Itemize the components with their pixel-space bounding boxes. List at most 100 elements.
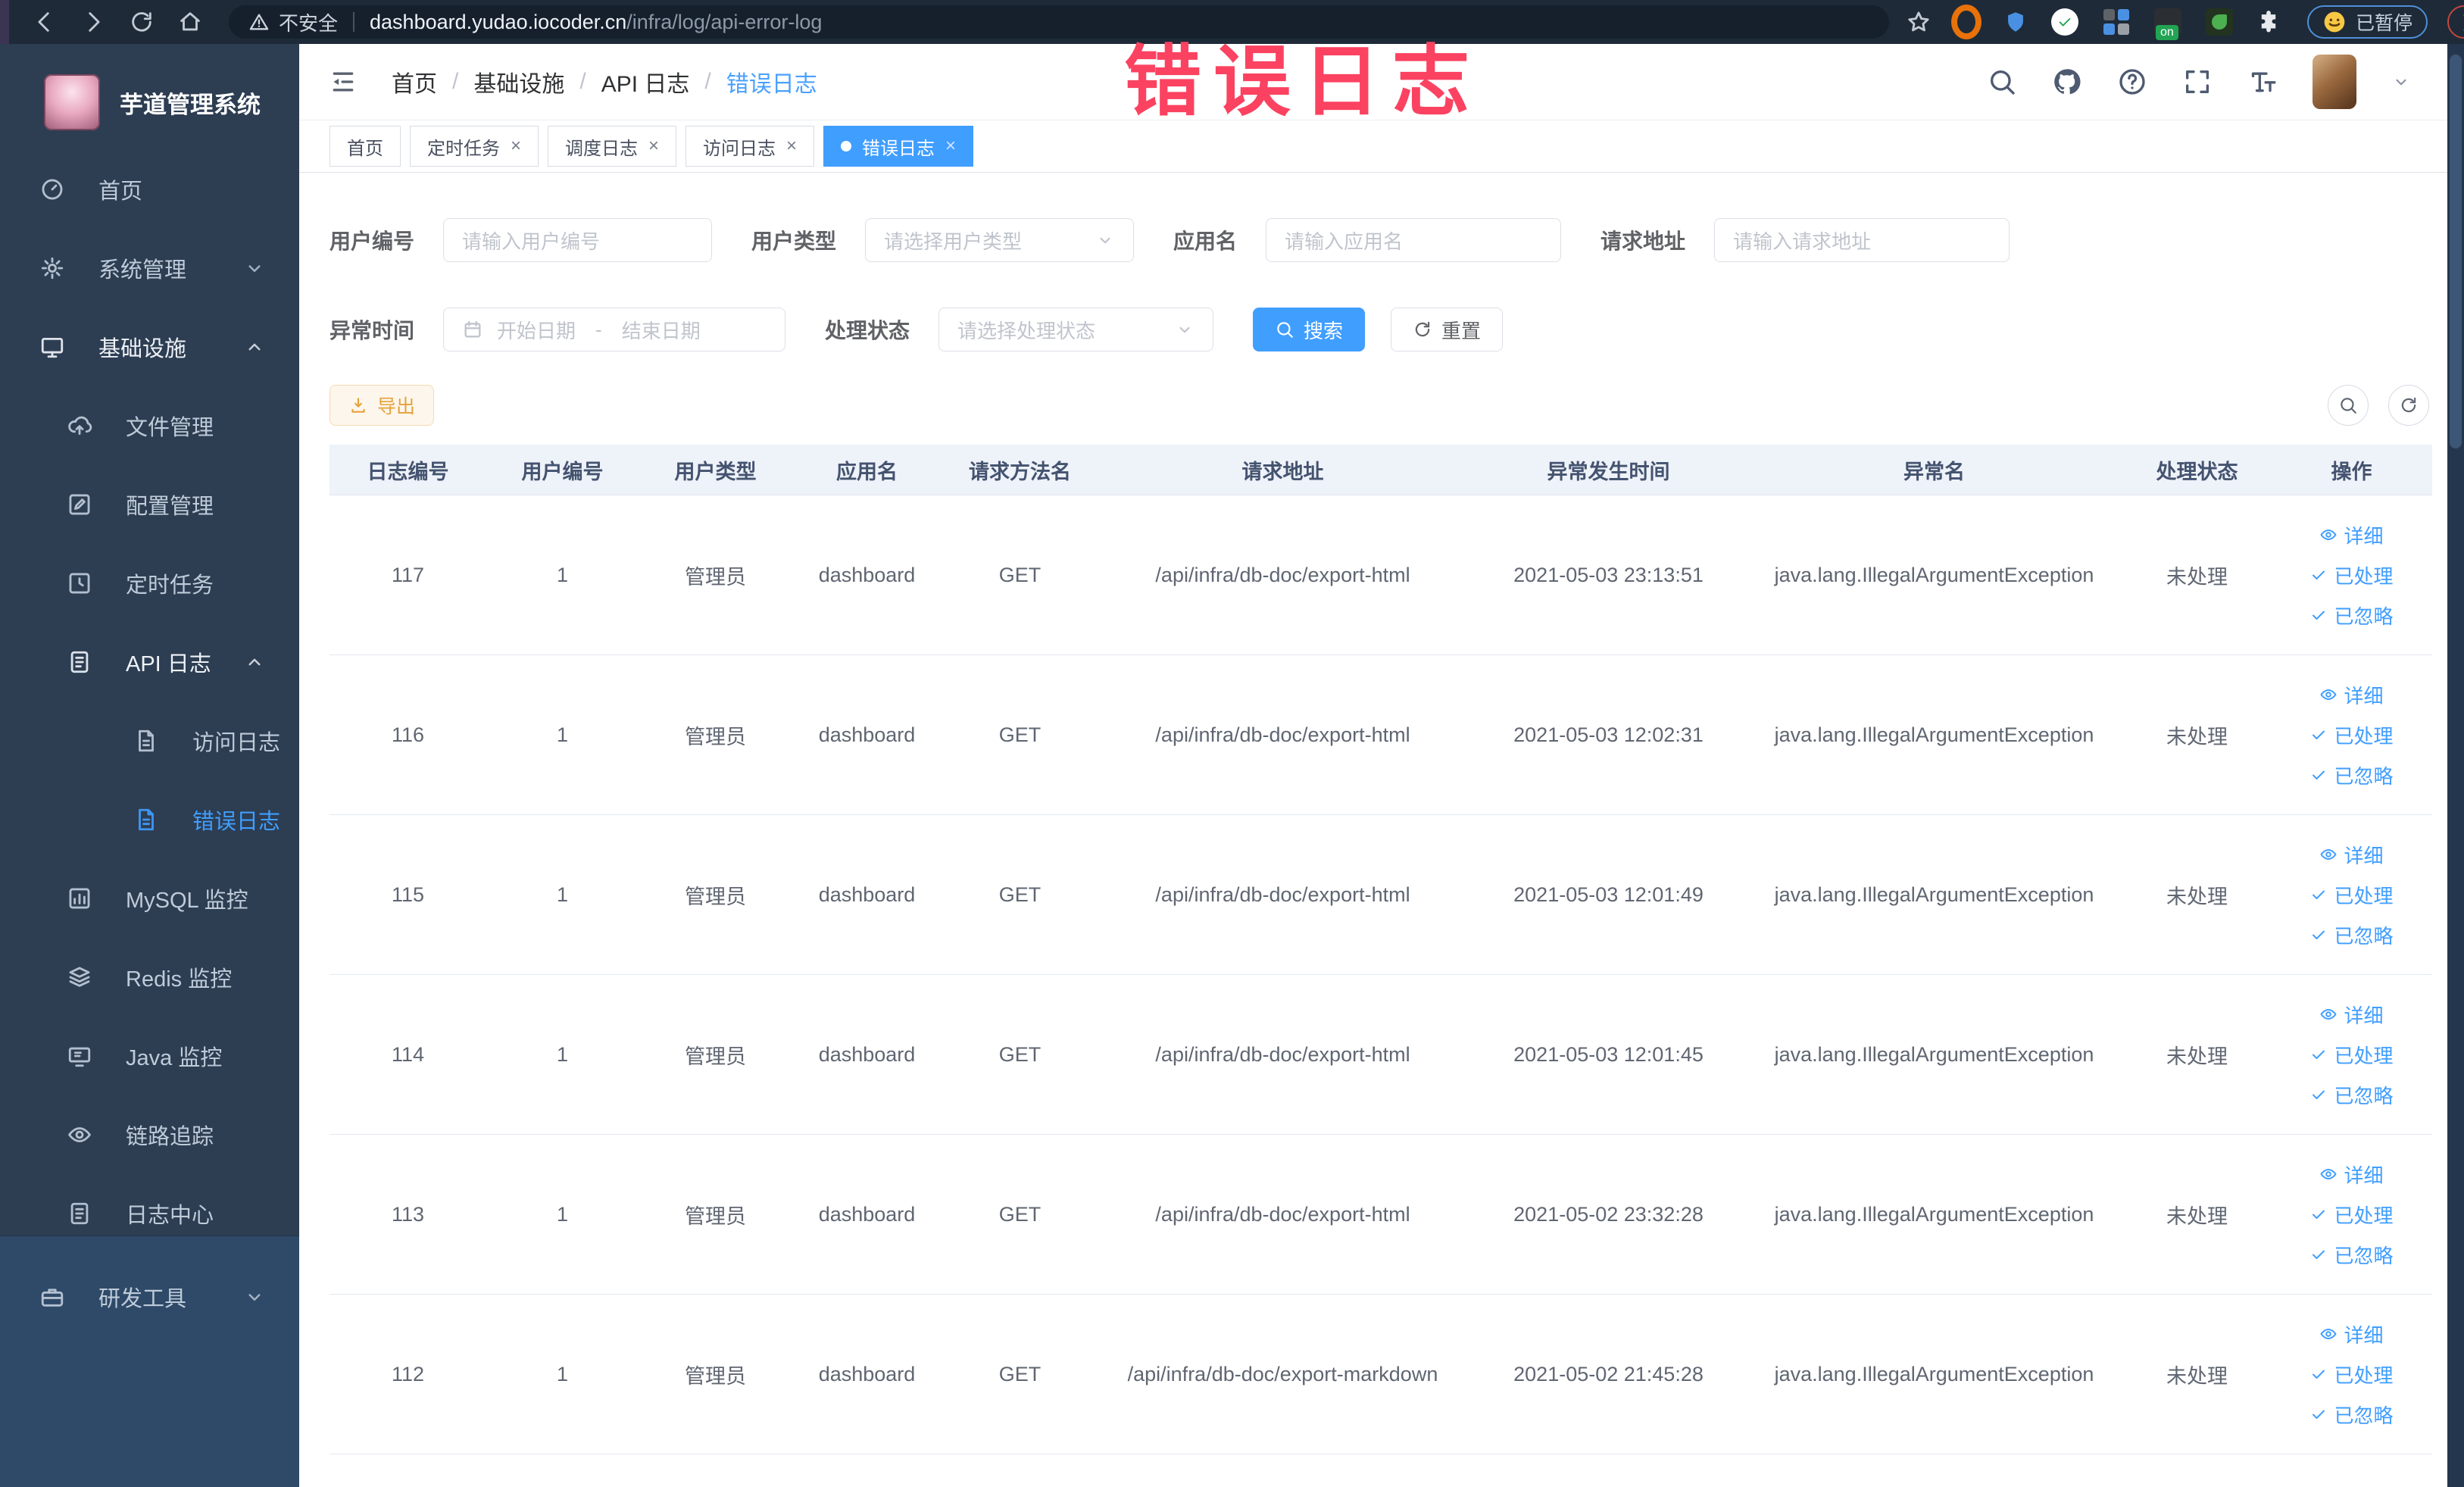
address-bar[interactable]: 不安全 dashboard.yudao.iocoder.cn /infra/lo… xyxy=(229,5,1889,39)
column-header: 异常名 xyxy=(1903,460,1965,483)
paused-badge[interactable]: 已暂停 xyxy=(2307,5,2428,39)
sidebar-item-config-management[interactable]: 配置管理 xyxy=(0,465,299,544)
user-avatar[interactable] xyxy=(2313,55,2356,109)
action-detail-link[interactable]: 详细 xyxy=(2319,681,2384,709)
font-size-icon[interactable] xyxy=(2247,67,2278,97)
extension-shield-icon[interactable] xyxy=(2003,8,2028,36)
scrollbar-thumb[interactable] xyxy=(2450,55,2462,448)
user-type-select[interactable]: 请选择用户类型 xyxy=(865,218,1135,262)
breadcrumb-item[interactable]: 基础设施 xyxy=(473,65,564,98)
sidebar-item-trace[interactable]: 链路追踪 xyxy=(0,1095,299,1174)
action-ignored-link[interactable]: 已忽略 xyxy=(2309,1241,2394,1269)
sidebar-item-system-management[interactable]: 系统管理 xyxy=(0,229,299,308)
cell-method: GET xyxy=(998,563,1042,586)
tab-访问日志[interactable]: 访问日志 × xyxy=(685,126,815,167)
breadcrumb-separator: / xyxy=(579,69,586,94)
tab-调度日志[interactable]: 调度日志 × xyxy=(548,126,677,167)
sidebar-item-home[interactable]: 首页 xyxy=(0,150,299,229)
page-scrollbar[interactable] xyxy=(2447,44,2464,1487)
sidebar-item-label: 定时任务 xyxy=(126,573,214,598)
check-icon xyxy=(2309,1365,2328,1383)
action-processed-link[interactable]: 已处理 xyxy=(2309,1201,2394,1229)
sidebar-item-file-management[interactable]: 文件管理 xyxy=(0,386,299,465)
sidebar-item-dev-tools[interactable]: 研发工具 xyxy=(0,1257,299,1336)
app-name-input[interactable]: 请输入应用名 xyxy=(1266,218,1562,262)
sidebar-item-scheduled-jobs[interactable]: 定时任务 xyxy=(0,544,299,623)
close-icon[interactable]: × xyxy=(648,137,659,155)
search-button[interactable]: 搜索 xyxy=(1253,308,1366,351)
help-icon[interactable] xyxy=(2117,67,2147,97)
sidebar-item-access-log[interactable]: 访问日志 xyxy=(0,701,299,780)
reload-icon[interactable] xyxy=(129,9,155,35)
sidebar-collapse-icon[interactable] xyxy=(328,67,358,97)
table-row: 116 1 管理员 dashboard GET/api/infra/db-doc/exp… xyxy=(329,655,2432,815)
action-detail-link[interactable]: 详细 xyxy=(2319,841,2384,869)
action-processed-link[interactable]: 已处理 xyxy=(2309,881,2394,909)
toggle-search-button[interactable] xyxy=(2328,385,2369,426)
user-menu-caret-icon[interactable] xyxy=(2391,72,2411,92)
reset-button-label: 重置 xyxy=(1441,319,1482,342)
cell-user_type: 管理员 xyxy=(685,1364,746,1388)
cell-user_type: 管理员 xyxy=(685,725,746,748)
extension-on-icon[interactable]: on xyxy=(2153,7,2183,40)
action-ignored-link[interactable]: 已忽略 xyxy=(2309,601,2394,629)
fullscreen-icon[interactable] xyxy=(2182,67,2213,97)
filter-group-user-id: 用户编号 请输入用户编号 xyxy=(329,218,713,262)
action-detail-link[interactable]: 详细 xyxy=(2319,1161,2384,1189)
sidebar-item-mysql-monitor[interactable]: MySQL 监控 xyxy=(0,859,299,938)
action-detail-link[interactable]: 详细 xyxy=(2319,1320,2384,1348)
sidebar-item-java-monitor[interactable]: Java 监控 xyxy=(0,1017,299,1095)
exception-time-range-picker[interactable]: 开始日期 - 结束日期 xyxy=(443,308,786,351)
action-detail-link[interactable]: 详细 xyxy=(2319,521,2384,549)
action-ignored-link[interactable]: 已忽略 xyxy=(2309,1081,2394,1109)
sidebar-item-infrastructure[interactable]: 基础设施 xyxy=(0,308,299,386)
action-processed-link[interactable]: 已处理 xyxy=(2309,1360,2394,1389)
java-icon xyxy=(67,1043,92,1069)
cell-exception: java.lang.IllegalArgumentException xyxy=(1774,1042,2094,1066)
close-icon[interactable]: × xyxy=(786,137,797,155)
cell-status: 未处理 xyxy=(2166,885,2228,908)
cell-url: /api/infra/db-doc/export-html xyxy=(1155,883,1410,906)
request-url-input[interactable]: 请输入请求地址 xyxy=(1714,218,2010,262)
reset-button[interactable]: 重置 xyxy=(1391,308,1504,351)
action-ignored-link[interactable]: 已忽略 xyxy=(2309,761,2394,789)
close-icon[interactable]: × xyxy=(511,137,521,155)
sidebar-item-error-log[interactable]: 错误日志 xyxy=(0,780,299,859)
breadcrumb-item[interactable]: 首页 xyxy=(392,65,437,98)
extensions-puzzle-icon[interactable] xyxy=(2256,9,2281,35)
tab-首页[interactable]: 首页 xyxy=(329,126,401,167)
back-icon[interactable] xyxy=(32,9,58,35)
tab-定时任务[interactable]: 定时任务 × xyxy=(410,126,539,167)
user-id-input[interactable]: 请输入用户编号 xyxy=(443,218,713,262)
table-row: 113 1 管理员 dashboard GET/api/infra/db-doc/exp… xyxy=(329,1135,2432,1295)
breadcrumb-item[interactable]: API 日志 xyxy=(601,65,690,98)
action-ignored-link[interactable]: 已忽略 xyxy=(2309,921,2394,949)
bookmark-star-icon[interactable] xyxy=(1906,9,1932,35)
action-processed-link[interactable]: 已处理 xyxy=(2309,561,2394,589)
action-processed-link[interactable]: 已处理 xyxy=(2309,1041,2394,1069)
update-button[interactable]: 更新 xyxy=(2447,5,2464,39)
action-detail-link[interactable]: 详细 xyxy=(2319,1001,2384,1029)
extension-grid-icon[interactable] xyxy=(2101,7,2131,37)
action-processed-link[interactable]: 已处理 xyxy=(2309,721,2394,749)
emoji-face-icon xyxy=(2322,10,2347,34)
extension-orange-icon[interactable] xyxy=(1951,5,1982,39)
extension-leaf-icon[interactable] xyxy=(2204,7,2234,37)
sidebar-item-redis-monitor[interactable]: Redis 监控 xyxy=(0,938,299,1017)
header-search-icon[interactable] xyxy=(1987,67,2017,97)
chevron-down-icon xyxy=(243,1286,266,1308)
cell-status: 未处理 xyxy=(2166,1045,2228,1068)
github-icon[interactable] xyxy=(2052,67,2082,97)
forward-icon[interactable] xyxy=(80,9,106,35)
table-row: 112 1 管理员 dashboard GET/api/infra/db-doc/exp… xyxy=(329,1295,2432,1454)
export-button[interactable]: 导出 xyxy=(329,385,435,426)
column-header: 用户编号 xyxy=(521,460,604,483)
refresh-table-button[interactable] xyxy=(2388,385,2429,426)
status-select[interactable]: 请选择处理状态 xyxy=(938,308,1214,351)
sidebar-item-api-log[interactable]: API 日志 xyxy=(0,623,299,701)
browser-home-icon[interactable] xyxy=(177,9,203,35)
close-icon[interactable]: × xyxy=(945,137,956,155)
tab-错误日志[interactable]: 错误日志 × xyxy=(823,126,974,167)
extension-check-icon[interactable] xyxy=(2050,7,2080,37)
action-ignored-link[interactable]: 已忽略 xyxy=(2309,1401,2394,1429)
